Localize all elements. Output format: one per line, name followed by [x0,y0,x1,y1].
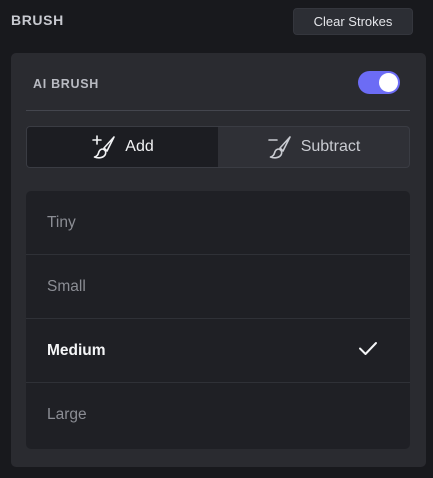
mode-add-label: Add [125,138,154,155]
size-option-label: Tiny [47,213,76,231]
brush-panel-root: BRUSH Clear Strokes AI BRUSH Add Subtrac… [0,0,433,478]
brush-subtract-icon [267,134,293,160]
size-option-label: Small [47,277,86,295]
size-option-medium[interactable]: Medium [26,319,410,383]
ai-brush-label: AI BRUSH [33,77,100,91]
size-option-large[interactable]: Large [26,383,410,446]
mode-subtract-button[interactable]: Subtract [218,127,409,167]
clear-strokes-button[interactable]: Clear Strokes [293,8,413,35]
toggle-knob [379,73,398,92]
size-option-tiny[interactable]: Tiny [26,191,410,255]
brush-mode-segmented-control: Add Subtract [26,126,410,168]
size-option-label: Large [47,405,87,423]
brush-size-list: Tiny Small Medium Large [26,191,410,449]
size-option-small[interactable]: Small [26,255,410,319]
mode-subtract-label: Subtract [300,138,361,155]
brush-settings-card: AI BRUSH Add Subtract Tiny Small Medium … [11,53,426,467]
mode-add-button[interactable]: Add [27,127,218,167]
ai-brush-row: AI BRUSH [11,53,426,110]
ai-brush-toggle[interactable] [358,71,400,94]
divider [26,110,410,111]
section-title: BRUSH [11,12,64,28]
checkmark-icon [358,340,378,361]
size-option-label: Medium [47,341,106,359]
brush-add-icon [91,134,117,160]
